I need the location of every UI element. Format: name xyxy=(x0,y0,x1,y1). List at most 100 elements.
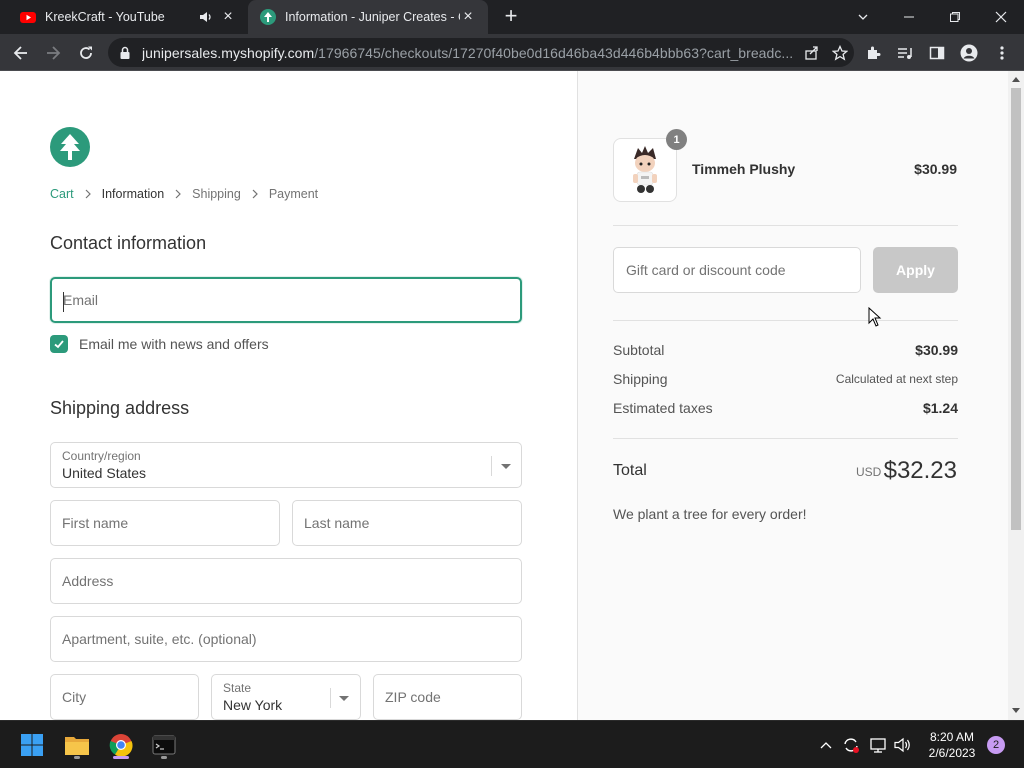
summary-divider xyxy=(613,320,958,321)
taxes-value: $1.24 xyxy=(922,400,958,416)
browser-tab-strip: KreekCraft - YouTube × Information - Jun… xyxy=(0,0,1024,34)
scroll-down-icon[interactable] xyxy=(1012,708,1020,713)
url-host: junipersales.myshopify.com xyxy=(142,44,315,61)
checkout-main: Cart Information Shipping Payment Contac… xyxy=(0,71,577,720)
city-field[interactable]: City xyxy=(50,674,199,720)
tab-search-icon[interactable] xyxy=(840,0,886,34)
breadcrumb-information: Information xyxy=(101,187,165,201)
select-divider xyxy=(330,688,331,708)
state-label: State xyxy=(223,681,252,695)
tab-checkout[interactable]: Information - Juniper Creates - C × xyxy=(248,0,488,34)
email-placeholder: Email xyxy=(63,292,99,308)
tab-title: Information - Juniper Creates - C xyxy=(285,10,460,24)
menu-icon[interactable] xyxy=(989,40,1015,66)
address-placeholder: Address xyxy=(62,573,114,589)
scrollbar-thumb[interactable] xyxy=(1011,88,1021,530)
product-name: Timmeh Plushy xyxy=(692,161,796,177)
subtotal-value: $30.99 xyxy=(915,342,958,358)
volume-icon[interactable] xyxy=(893,735,913,755)
contact-title: Contact information xyxy=(50,233,207,253)
shipping-title: Shipping address xyxy=(50,398,190,418)
plushy-image xyxy=(633,146,657,193)
speaker-icon[interactable] xyxy=(198,9,214,25)
juniper-favicon-icon xyxy=(260,9,276,25)
restore-icon[interactable] xyxy=(932,0,978,34)
tab-youtube[interactable]: KreekCraft - YouTube × xyxy=(8,0,248,34)
scroll-up-icon[interactable] xyxy=(1012,77,1020,82)
media-icon[interactable] xyxy=(892,40,918,66)
chevron-down-icon xyxy=(339,696,349,701)
taxes-row: Estimated taxes $1.24 xyxy=(613,400,958,416)
shipping-label: Shipping xyxy=(613,371,668,387)
checkout-page: Cart Information Shipping Payment Contac… xyxy=(0,71,1024,720)
juniper-logo-icon[interactable] xyxy=(50,127,90,167)
chevron-right-icon xyxy=(175,189,182,199)
url-path: /17966745/checkouts/17270f40be0d16d46ba4… xyxy=(314,44,794,61)
chevron-down-icon xyxy=(501,464,511,469)
clock-time: 8:20 AM xyxy=(929,730,975,744)
start-icon[interactable] xyxy=(16,729,48,761)
youtube-icon xyxy=(20,12,36,23)
forward-icon[interactable] xyxy=(40,40,66,66)
state-value: New York xyxy=(223,697,283,713)
terminal-icon[interactable] xyxy=(148,729,180,761)
share-icon[interactable] xyxy=(798,39,826,67)
summary-divider xyxy=(613,438,958,439)
newsletter-label[interactable]: Email me with news and offers xyxy=(79,336,269,352)
running-indicator xyxy=(74,756,80,759)
file-explorer-icon[interactable] xyxy=(61,729,93,761)
lock-icon[interactable] xyxy=(118,46,132,60)
browser-toolbar: junipersales.myshopify.com/17966745/chec… xyxy=(0,34,1024,71)
network-icon[interactable] xyxy=(868,735,888,755)
reload-icon[interactable] xyxy=(73,40,99,66)
star-icon[interactable] xyxy=(826,39,854,67)
country-select[interactable]: Country/region United States xyxy=(50,442,522,488)
breadcrumb-cart[interactable]: Cart xyxy=(50,187,74,201)
breadcrumb: Cart Information Shipping Payment xyxy=(50,187,318,201)
taskbar-clock[interactable]: 8:20 AM 2/6/2023 xyxy=(916,729,988,761)
minimize-icon[interactable] xyxy=(886,0,932,34)
sidepanel-icon[interactable] xyxy=(924,40,950,66)
close-icon[interactable]: × xyxy=(460,8,476,26)
state-select[interactable]: State New York xyxy=(211,674,361,720)
notification-badge[interactable]: 2 xyxy=(987,736,1005,754)
order-summary: 1 Timmeh Plushy $30.99 Gift card or disc… xyxy=(577,71,1008,720)
tree-message: We plant a tree for every order! xyxy=(613,506,807,522)
chevron-up-icon[interactable] xyxy=(816,735,836,755)
page-scrollbar[interactable] xyxy=(1008,71,1024,720)
discount-placeholder: Gift card or discount code xyxy=(626,262,786,278)
mouse-cursor-icon xyxy=(868,307,882,327)
extensions-icon[interactable] xyxy=(860,40,886,66)
first-name-field[interactable]: First name xyxy=(50,500,280,546)
chevron-right-icon xyxy=(252,189,258,199)
sync-icon[interactable] xyxy=(841,735,861,755)
zip-field[interactable]: ZIP code xyxy=(373,674,522,720)
checkmark-icon xyxy=(54,340,64,349)
city-placeholder: City xyxy=(62,689,87,705)
profile-icon[interactable] xyxy=(956,40,982,66)
taskbar: 8:20 AM 2/6/2023 2 xyxy=(0,720,1024,768)
tab-title: KreekCraft - YouTube xyxy=(45,10,165,24)
country-label: Country/region xyxy=(62,449,141,463)
back-icon[interactable] xyxy=(8,40,34,66)
active-indicator xyxy=(113,756,129,759)
newsletter-checkbox[interactable] xyxy=(50,335,68,353)
close-window-icon[interactable] xyxy=(978,0,1024,34)
select-divider xyxy=(491,456,492,476)
quantity-badge: 1 xyxy=(666,129,687,150)
last-name-field[interactable]: Last name xyxy=(292,500,522,546)
close-icon[interactable]: × xyxy=(220,8,236,26)
chrome-icon[interactable] xyxy=(105,729,137,761)
address-field[interactable]: Address xyxy=(50,558,522,604)
new-tab-button[interactable]: + xyxy=(500,5,522,28)
first-name-placeholder: First name xyxy=(62,515,129,531)
discount-code-input[interactable]: Gift card or discount code xyxy=(613,247,861,293)
apartment-field[interactable]: Apartment, suite, etc. (optional) xyxy=(50,616,522,662)
subtotal-row: Subtotal $30.99 xyxy=(613,342,958,358)
email-field[interactable]: Email xyxy=(50,277,522,323)
chevron-right-icon xyxy=(85,189,91,199)
product-price: $30.99 xyxy=(914,161,957,177)
shipping-value: Calculated at next step xyxy=(835,372,958,386)
apply-button[interactable]: Apply xyxy=(873,247,958,293)
address-bar[interactable]: junipersales.myshopify.com/17966745/chec… xyxy=(108,38,854,67)
